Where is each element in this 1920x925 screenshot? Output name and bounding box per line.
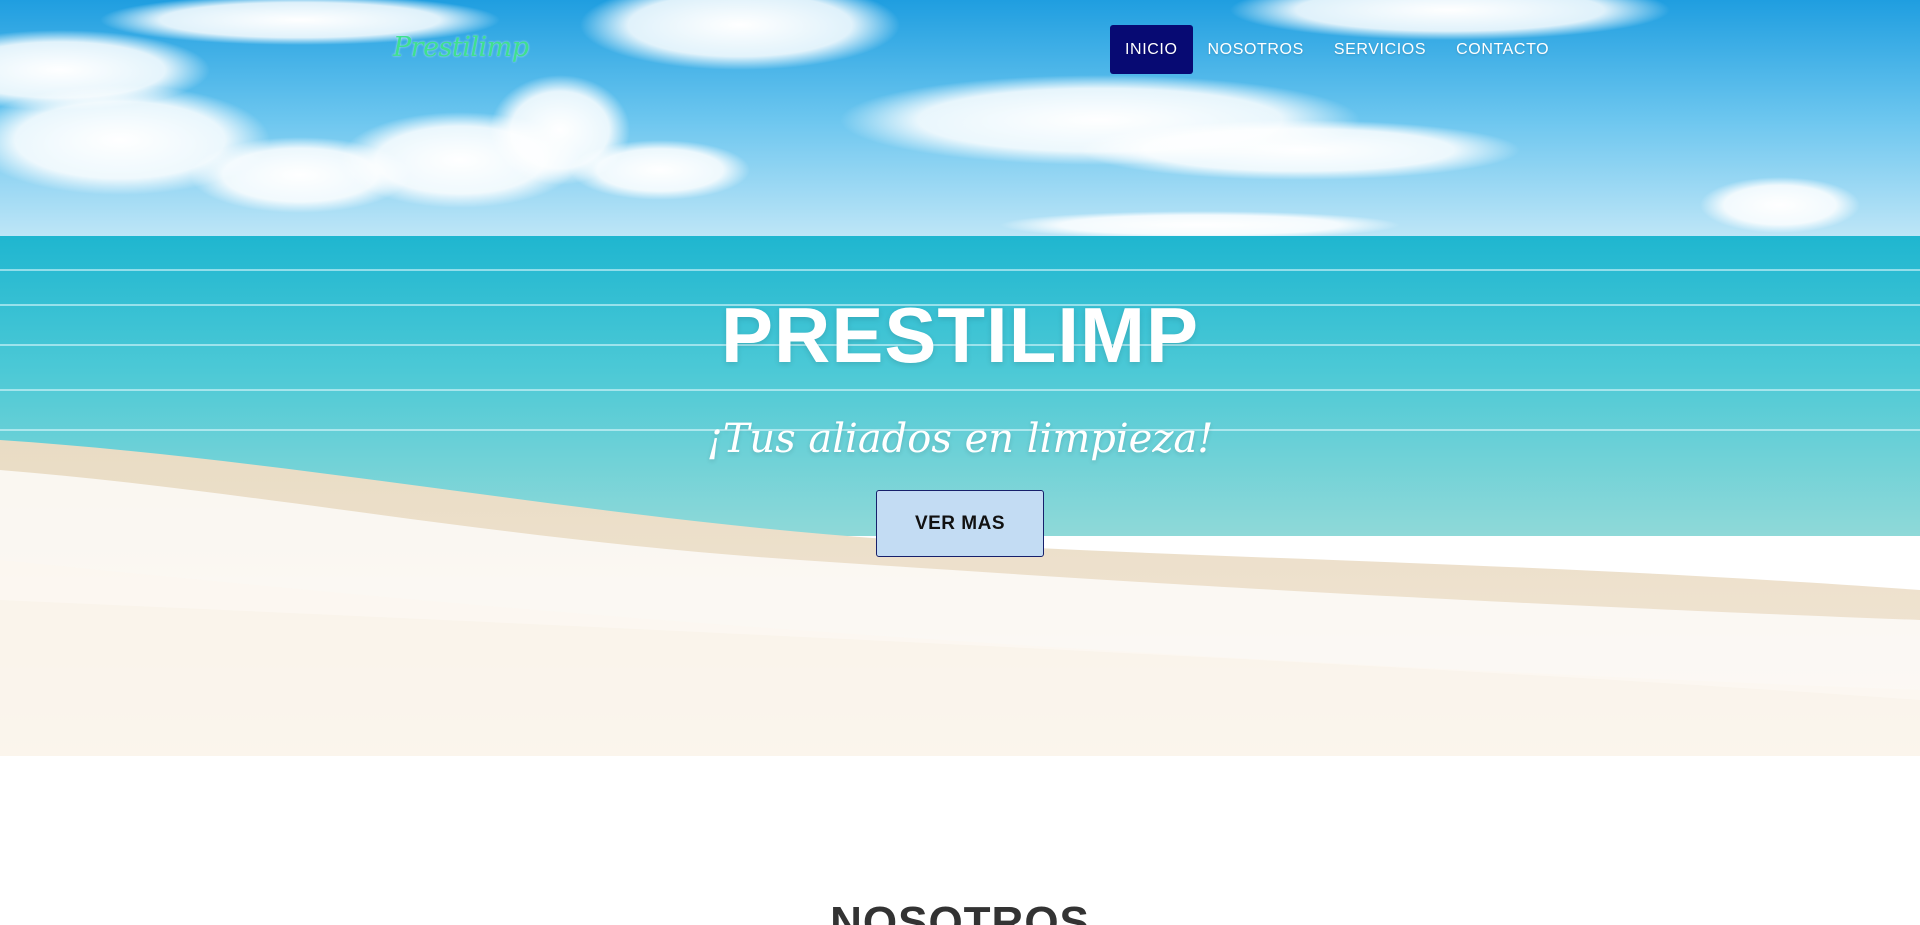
ver-mas-button[interactable]: VER MAS — [876, 490, 1044, 557]
hero-subtitle: ¡Tus aliados en limpieza! — [706, 416, 1214, 462]
nosotros-heading: NOSOTROS — [830, 898, 1090, 925]
site-logo[interactable]: Prestilimp — [393, 32, 529, 63]
nav-item-inicio[interactable]: INICIO — [1110, 25, 1193, 74]
nav-item-nosotros[interactable]: NOSOTROS — [1193, 25, 1319, 74]
nav-item-servicios[interactable]: SERVICIOS — [1319, 25, 1441, 74]
main-navigation: INICIO NOSOTROS SERVICIOS CONTACTO — [1110, 25, 1564, 74]
hero-title: PRESTILIMP — [720, 291, 1200, 379]
nav-item-contacto[interactable]: CONTACTO — [1441, 25, 1564, 74]
hero-section: Prestilimp INICIO NOSOTROS SERVICIOS CON… — [0, 0, 1920, 756]
